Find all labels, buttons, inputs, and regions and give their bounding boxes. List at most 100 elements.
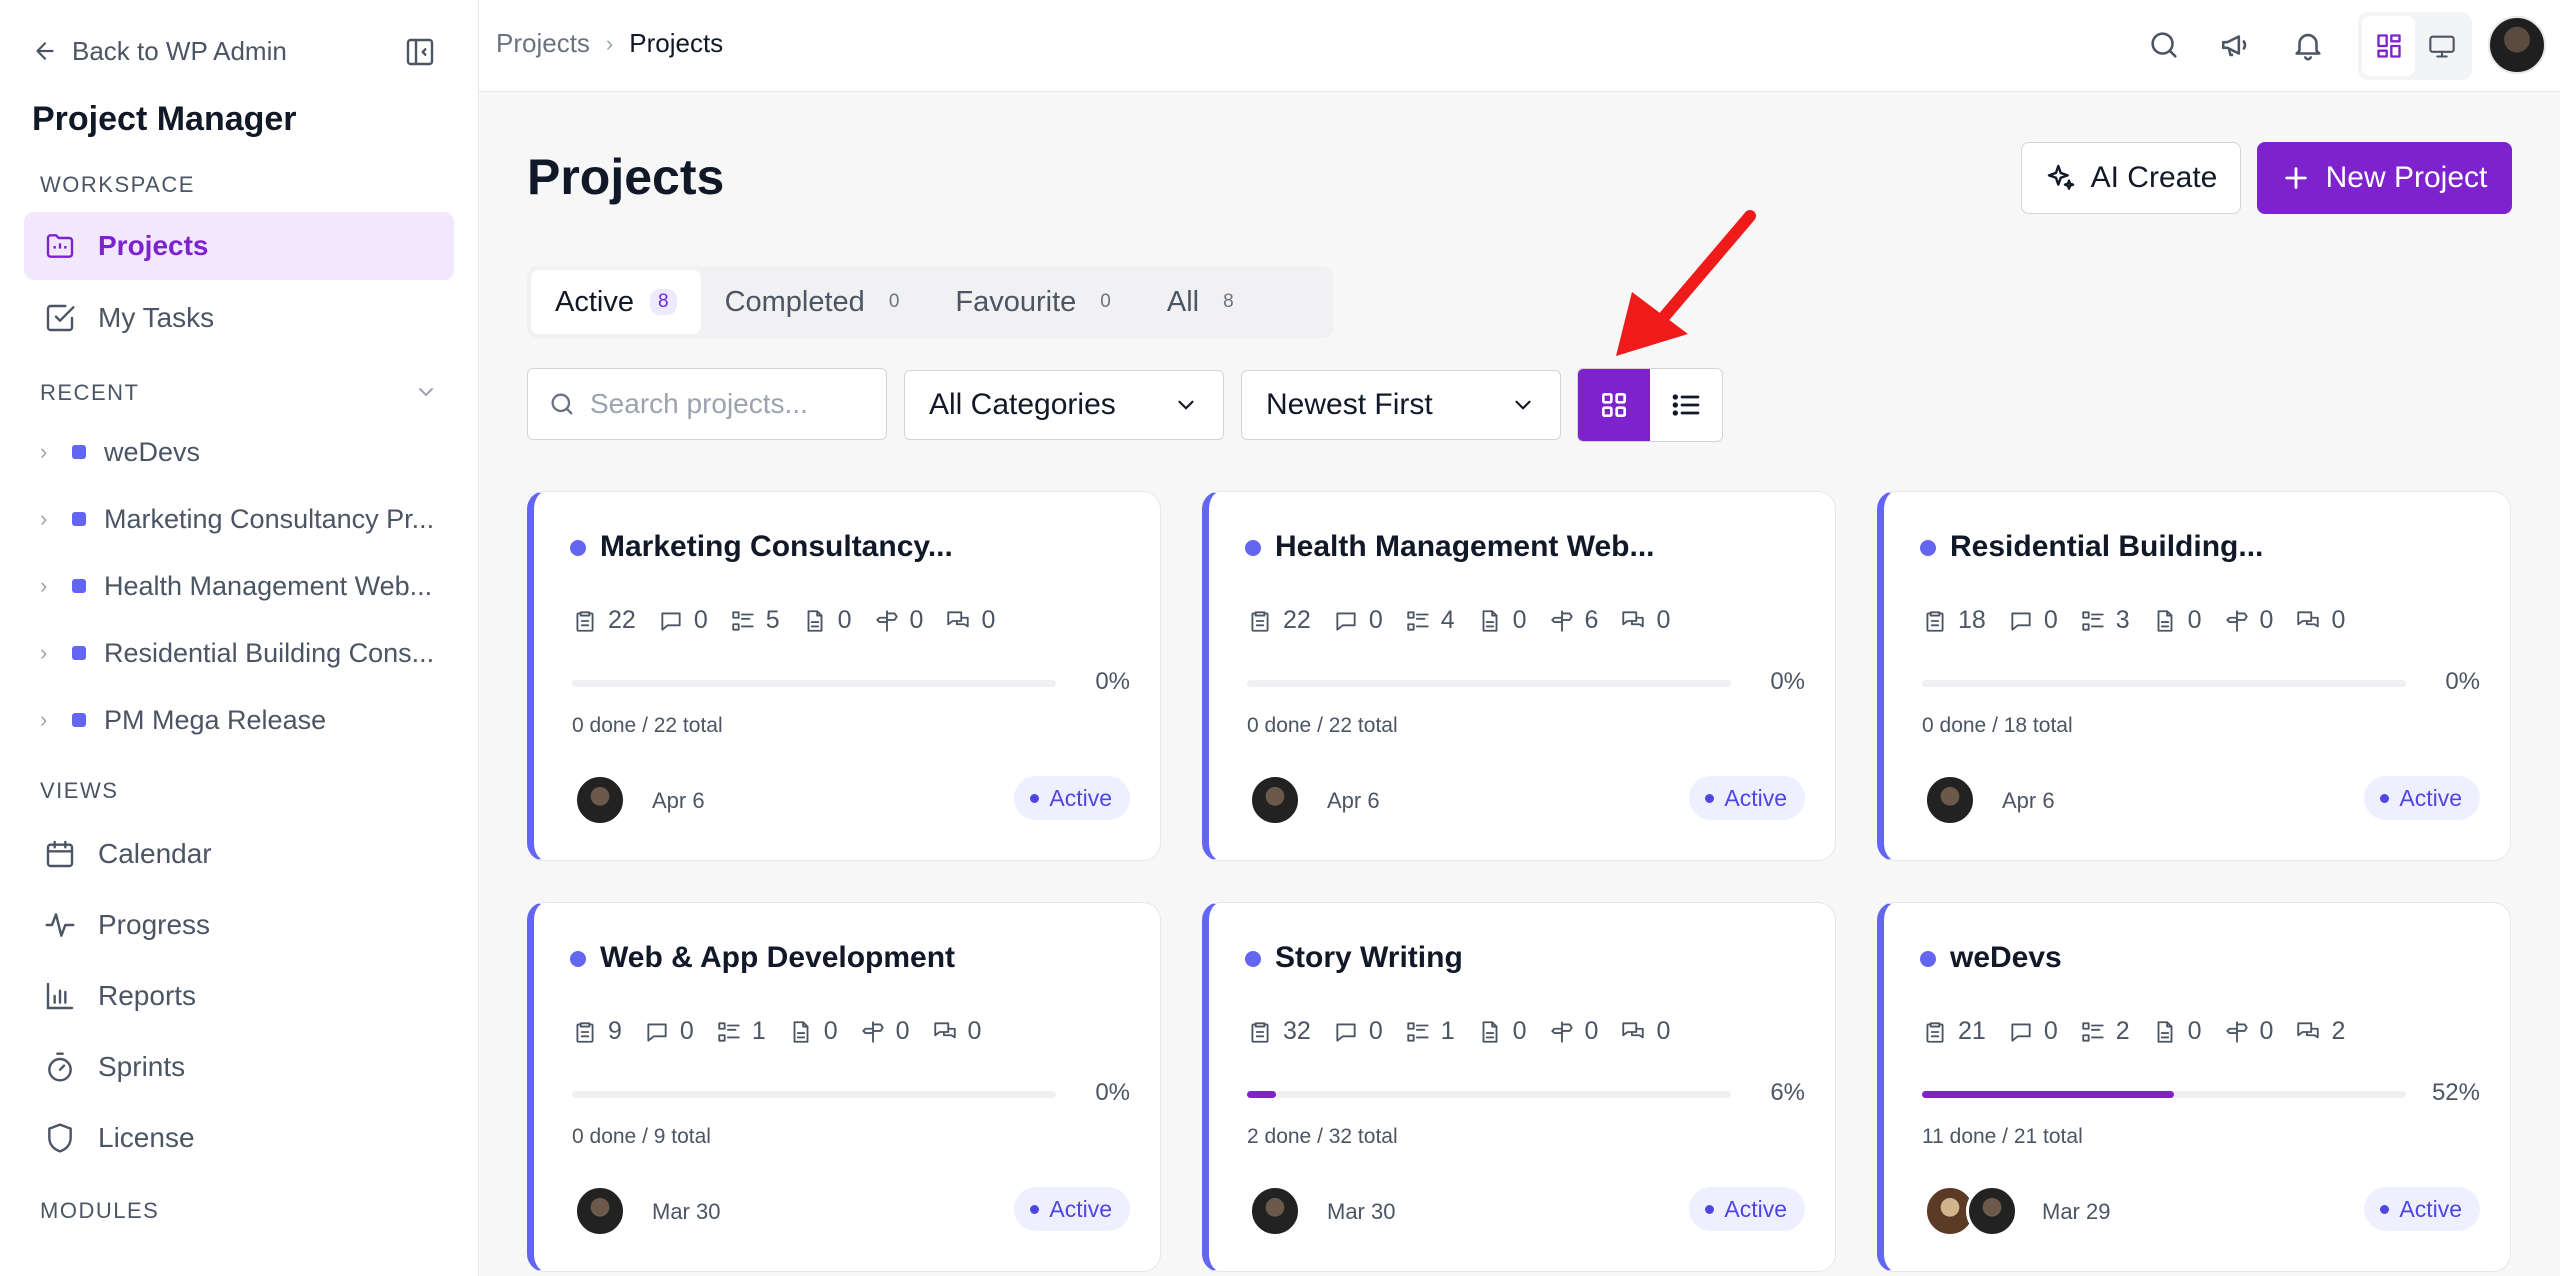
recent-item-health[interactable]: › Health Management Web... — [40, 561, 450, 611]
stat-value: 6 — [1584, 606, 1599, 634]
back-to-wp-admin-link[interactable]: Back to WP Admin — [32, 34, 287, 68]
stat-value: 0 — [1656, 1017, 1671, 1045]
stat-tasks: 22 — [572, 606, 636, 635]
sort-select[interactable]: Newest First — [1241, 370, 1561, 440]
member-avatars — [1249, 774, 1301, 826]
chevron-right-icon: › — [40, 506, 48, 531]
member-avatars — [1924, 1185, 2018, 1237]
project-card[interactable]: weDevs 21 0 2 0 0 2 52% 11 done / 21 total Mar 29… — [1877, 902, 2511, 1272]
discussion-icon — [1622, 610, 1645, 627]
new-project-button[interactable]: New Project — [2257, 142, 2512, 214]
recent-item-wedevs[interactable]: › weDevs — [40, 427, 450, 477]
stat-milestones: 0 — [874, 606, 923, 635]
megaphone-icon[interactable] — [2219, 28, 2253, 62]
stat-value: 18 — [1958, 606, 1986, 634]
breadcrumb-link-projects[interactable]: Projects — [496, 28, 590, 59]
stat-value: 21 — [1958, 1017, 1986, 1045]
tab-active[interactable]: Active 8 — [531, 270, 701, 334]
list-view-button[interactable] — [1650, 369, 1722, 441]
nav-item-reports[interactable]: Reports — [24, 962, 454, 1030]
project-title[interactable]: Health Management Web... — [1275, 530, 1655, 564]
signpost-icon — [1550, 609, 1573, 632]
chevron-down-icon[interactable] — [414, 380, 438, 404]
member-avatar[interactable] — [1249, 774, 1301, 826]
member-avatar[interactable] — [1966, 1185, 2018, 1237]
stat-value: 2 — [2115, 1017, 2130, 1045]
user-avatar[interactable] — [2488, 16, 2546, 74]
chevron-right-icon: › — [40, 439, 48, 464]
project-color-marker — [72, 579, 86, 593]
recent-item-label: Health Management Web... — [104, 570, 433, 601]
project-card[interactable]: Health Management Web... 22 0 4 0 6 0 0% 0 done … — [1202, 491, 1836, 861]
progress-bar — [572, 1091, 1056, 1098]
stat-value: 2 — [2331, 1017, 2346, 1045]
project-search-input[interactable] — [590, 388, 870, 420]
nav-item-projects[interactable]: Projects — [24, 212, 454, 280]
nav-item-sprints[interactable]: Sprints — [24, 1033, 454, 1101]
project-color-dot — [570, 540, 586, 556]
bell-icon[interactable] — [2291, 28, 2325, 62]
nav-item-license[interactable]: License — [24, 1104, 454, 1172]
project-card[interactable]: Story Writing 32 0 1 0 0 0 6% 2 done / 32 total M… — [1202, 902, 1836, 1272]
member-avatar[interactable] — [1249, 1185, 1301, 1237]
project-card[interactable]: Web & App Development 9 0 1 0 0 0 0% 0 done / 9 … — [527, 902, 1161, 1272]
project-status-tabs: Active 8 Completed 0 Favourite 0 All 8 — [527, 266, 1333, 338]
tab-favourite[interactable]: Favourite 0 — [931, 270, 1142, 334]
progress-bar-fill — [1247, 1091, 1277, 1098]
tab-completed[interactable]: Completed 0 — [701, 270, 932, 334]
recent-item-residential[interactable]: › Residential Building Cons... — [40, 628, 450, 678]
dashboard-view-button[interactable] — [2362, 16, 2415, 76]
chevron-down-icon — [1178, 400, 1194, 410]
search-icon[interactable] — [2147, 28, 2181, 62]
project-card[interactable]: Residential Building... 18 0 3 0 0 0 0% 0 done /… — [1877, 491, 2511, 861]
discussion-icon — [1622, 1021, 1645, 1038]
member-avatar[interactable] — [574, 1185, 626, 1237]
stat-value: 5 — [765, 606, 780, 634]
nav-item-calendar[interactable]: Calendar — [24, 820, 454, 888]
project-title[interactable]: Story Writing — [1275, 941, 1463, 975]
tab-all[interactable]: All 8 — [1143, 270, 1266, 334]
ai-create-button[interactable]: AI Create — [2021, 142, 2241, 214]
grid-view-button[interactable] — [1578, 369, 1650, 441]
nav-item-label: Projects — [98, 230, 209, 261]
project-title[interactable]: Marketing Consultancy... — [600, 530, 953, 564]
recent-item-pm-mega[interactable]: › PM Mega Release — [40, 695, 450, 745]
task-completion-text: 0 done / 22 total — [1247, 714, 1398, 737]
bar-chart-icon — [46, 982, 74, 1010]
ai-create-label: AI Create — [2090, 161, 2218, 194]
recent-item-marketing[interactable]: › Marketing Consultancy Pr... — [40, 494, 450, 544]
collapse-sidebar-button[interactable] — [404, 36, 436, 68]
nav-item-my-tasks[interactable]: My Tasks — [24, 284, 454, 352]
stat-tasks: 22 — [1247, 606, 1311, 635]
stat-milestones: 0 — [2224, 1017, 2273, 1046]
clipboard-icon — [1926, 1021, 1944, 1043]
tab-label: Favourite — [955, 285, 1077, 318]
member-avatars — [1924, 774, 1976, 826]
stat-value: 0 — [2259, 606, 2274, 634]
file-icon — [793, 1020, 809, 1043]
stat-value: 0 — [1512, 606, 1527, 634]
comment-icon — [2011, 611, 2031, 631]
project-title[interactable]: Web & App Development — [600, 941, 955, 975]
project-date: Apr 6 — [2002, 788, 2055, 813]
arrow-left-icon — [36, 42, 54, 60]
project-card[interactable]: Marketing Consultancy... 22 0 5 0 0 0 0% 0 done … — [527, 491, 1161, 861]
task-list-icon — [2082, 610, 2104, 631]
member-avatar[interactable] — [574, 774, 626, 826]
nav-item-progress[interactable]: Progress — [24, 891, 454, 959]
member-avatars — [574, 1185, 626, 1237]
member-avatar[interactable] — [1924, 774, 1976, 826]
stat-value: 0 — [1584, 1017, 1599, 1045]
project-stats: 18 0 3 0 0 0 — [1922, 606, 2345, 635]
breadcrumb-current: Projects — [629, 28, 724, 58]
monitor-view-button[interactable] — [2415, 16, 2468, 76]
project-title[interactable]: Residential Building... — [1950, 530, 2263, 564]
stat-comments: 0 — [2008, 1017, 2058, 1046]
stat-value: 22 — [608, 606, 636, 634]
signpost-icon — [2225, 1020, 2248, 1043]
project-title[interactable]: weDevs — [1950, 941, 2062, 975]
category-select[interactable]: All Categories — [904, 370, 1224, 440]
task-completion-text: 11 done / 21 total — [1922, 1125, 2083, 1148]
file-icon — [1482, 1020, 1498, 1043]
discussion-icon — [2297, 1021, 2320, 1038]
